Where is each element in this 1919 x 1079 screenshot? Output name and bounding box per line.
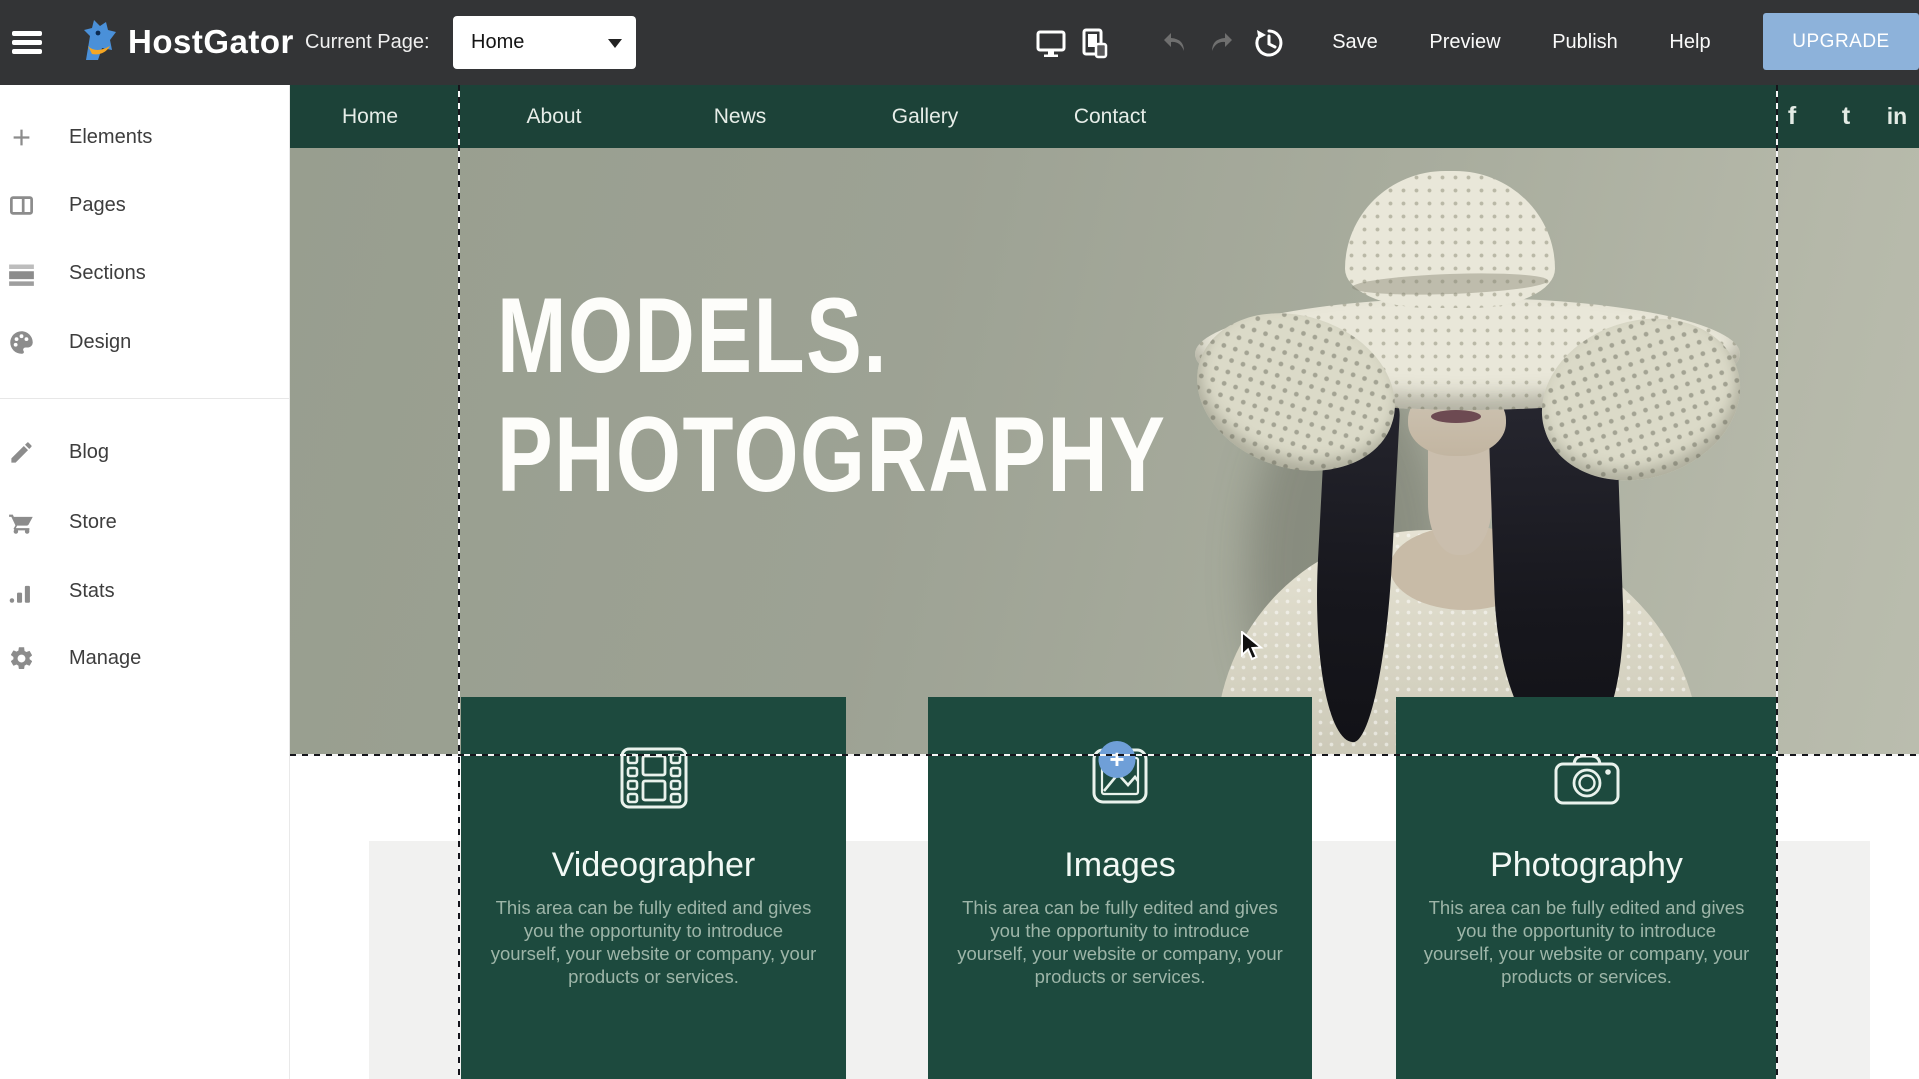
sidebar-item-stats[interactable]: Stats	[0, 567, 289, 615]
card-title: Photography	[1396, 846, 1777, 885]
card-title: Images	[928, 846, 1312, 885]
desktop-view-icon[interactable]	[1035, 27, 1067, 59]
sidebar-item-sections[interactable]: Sections	[0, 249, 289, 297]
store-icon	[6, 507, 36, 537]
sidebar-item-label: Stats	[69, 580, 115, 603]
current-page-label: Current Page:	[305, 0, 430, 85]
sidebar-item-blog[interactable]: Blog	[0, 428, 289, 476]
redo-icon[interactable]	[1206, 29, 1238, 61]
model-neck	[1428, 443, 1492, 555]
card-body-text: This area can be fully edited and gives …	[953, 896, 1287, 988]
page-selector-value: Home	[471, 16, 524, 69]
help-button[interactable]: Help	[1669, 0, 1710, 85]
publish-button[interactable]: Publish	[1552, 0, 1618, 85]
hero-section[interactable]: MODELS. PHOTOGRAPHY	[290, 148, 1919, 756]
chevron-down-icon	[608, 39, 622, 48]
site-nav-news[interactable]: News	[714, 85, 767, 148]
upgrade-button[interactable]: UPGRADE	[1763, 13, 1919, 70]
site-nav-bar: Home About News Gallery Contact f t in	[290, 85, 1919, 148]
hostgator-gator-icon	[76, 16, 122, 69]
sidebar-item-pages[interactable]: Pages	[0, 181, 289, 229]
sections-icon	[6, 258, 36, 288]
selection-guide-bottom	[290, 754, 1919, 756]
sidebar-item-elements[interactable]: Elements	[0, 113, 289, 161]
sidebar-item-label: Sections	[69, 262, 146, 285]
selection-guide-left	[458, 85, 460, 1079]
manage-icon	[6, 643, 36, 673]
hostgator-logo[interactable]: HostGator	[76, 17, 294, 67]
site-nav-contact[interactable]: Contact	[1074, 85, 1146, 148]
camera-icon	[1554, 753, 1620, 810]
hostgator-builder-window: HostGator Current Page: Home Save Previe…	[0, 0, 1919, 1079]
sidebar-item-design[interactable]: Design	[0, 318, 289, 366]
stats-icon	[6, 576, 36, 606]
sidebar-item-label: Pages	[69, 194, 126, 217]
pages-icon	[6, 190, 36, 220]
sidebar-item-label: Blog	[69, 441, 109, 464]
sidebar-item-label: Elements	[69, 126, 152, 149]
linkedin-icon[interactable]: in	[1887, 85, 1907, 148]
site-nav-home[interactable]: Home	[342, 85, 398, 148]
top-toolbar: HostGator Current Page: Home Save Previe…	[0, 0, 1919, 85]
mobile-view-icon[interactable]	[1079, 27, 1111, 59]
sidebar-item-manage[interactable]: Manage	[0, 634, 289, 682]
facebook-icon[interactable]: f	[1788, 85, 1796, 148]
selection-guide-right	[1776, 85, 1778, 1079]
site-nav-about[interactable]: About	[527, 85, 582, 148]
logo-text: HostGator	[128, 23, 294, 61]
save-button[interactable]: Save	[1332, 0, 1378, 85]
model-lips	[1431, 410, 1481, 423]
sidebar-item-store[interactable]: Store	[0, 498, 289, 546]
card-body-text: This area can be fully edited and gives …	[1420, 896, 1754, 988]
card-body-text: This area can be fully edited and gives …	[487, 896, 821, 988]
page-selector-dropdown[interactable]: Home	[453, 16, 636, 69]
sidebar-item-label: Manage	[69, 647, 141, 670]
twitter-icon[interactable]: t	[1842, 85, 1850, 148]
mouse-cursor	[1240, 631, 1266, 668]
history-icon[interactable]	[1253, 27, 1285, 59]
add-image-badge-icon: +	[1099, 741, 1136, 778]
design-icon	[6, 327, 36, 357]
hamburger-menu-icon[interactable]	[12, 31, 42, 54]
builder-sidebar: Elements Pages Sections Design Blog Stor…	[0, 85, 290, 1079]
undo-icon[interactable]	[1160, 29, 1192, 61]
site-nav-gallery[interactable]: Gallery	[892, 85, 959, 148]
preview-button[interactable]: Preview	[1429, 0, 1500, 85]
card-title: Videographer	[461, 846, 846, 885]
blog-icon	[6, 437, 36, 467]
plus-icon	[6, 122, 36, 152]
sidebar-item-label: Store	[69, 511, 117, 534]
hero-title-line2[interactable]: PHOTOGRAPHY	[497, 401, 1166, 508]
hero-title-line1[interactable]: MODELS.	[497, 282, 888, 389]
sidebar-divider	[0, 398, 289, 399]
site-preview-canvas: Home About News Gallery Contact f t in	[290, 85, 1919, 1079]
sidebar-item-label: Design	[69, 331, 131, 354]
film-icon	[620, 747, 688, 814]
